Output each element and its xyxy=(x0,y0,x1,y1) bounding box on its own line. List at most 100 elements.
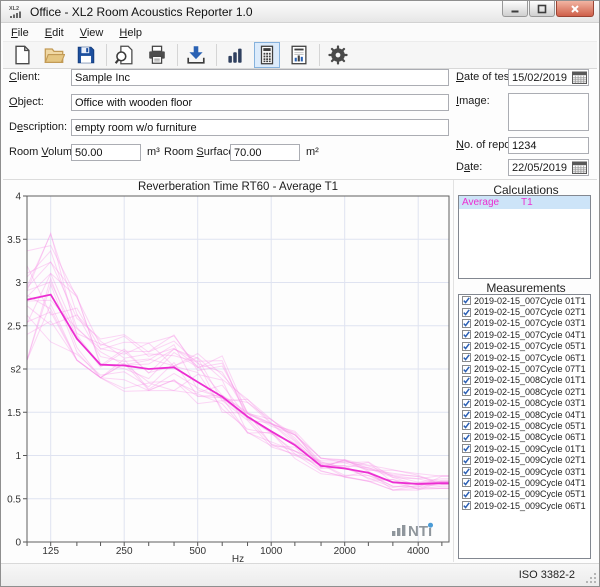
calculation-row[interactable]: AverageT1 xyxy=(459,196,590,209)
measurement-row[interactable]: 2019-02-15_007Cycle 06T1 xyxy=(459,352,590,363)
image-label: Image: xyxy=(456,93,490,110)
menu-view[interactable]: View xyxy=(72,25,112,41)
settings-gear-icon[interactable] xyxy=(325,42,351,68)
checkbox-checked-icon[interactable] xyxy=(462,353,471,362)
measurement-row[interactable]: 2019-02-15_009Cycle 06T1 xyxy=(459,500,590,511)
nti-logo: NTı xyxy=(392,523,433,540)
date-of-test-value: 15/02/2019 xyxy=(509,72,572,84)
measurement-row[interactable]: 2019-02-15_007Cycle 03T1 xyxy=(459,318,590,329)
checkbox-checked-icon[interactable] xyxy=(462,433,471,442)
svg-text:2000: 2000 xyxy=(334,546,357,557)
measurement-row[interactable]: 2019-02-15_007Cycle 02T1 xyxy=(459,306,590,317)
bar-chart-icon[interactable] xyxy=(222,42,248,68)
object-label: Object: xyxy=(9,94,44,111)
no-of-report-input[interactable] xyxy=(508,137,589,154)
calculator-icon[interactable] xyxy=(254,42,280,68)
toolbar-separator xyxy=(216,44,217,66)
measurement-label: 2019-02-15_009Cycle 05 xyxy=(474,489,575,499)
checkbox-checked-icon[interactable] xyxy=(462,376,471,385)
measurement-type: T1 xyxy=(575,432,586,442)
room-surface-input[interactable] xyxy=(230,144,300,161)
measurement-row[interactable]: 2019-02-15_007Cycle 05T1 xyxy=(459,341,590,352)
checkbox-checked-icon[interactable] xyxy=(462,410,471,419)
measurement-label: 2019-02-15_007Cycle 06 xyxy=(474,353,575,363)
date-of-test-field[interactable]: 15/02/2019 xyxy=(508,69,589,86)
calculations-list[interactable]: AverageT1 xyxy=(458,195,591,279)
client-label: Client: xyxy=(9,69,40,86)
svg-text:3.5: 3.5 xyxy=(7,235,21,246)
form-chart-divider xyxy=(3,179,597,180)
checkbox-checked-icon[interactable] xyxy=(462,308,471,317)
measurement-row[interactable]: 2019-02-15_009Cycle 01T1 xyxy=(459,443,590,454)
room-surface-label: Room Surface: xyxy=(164,144,237,161)
measurement-label: 2019-02-15_007Cycle 03 xyxy=(474,318,575,328)
print-preview-icon[interactable] xyxy=(112,42,138,68)
open-folder-icon[interactable] xyxy=(41,42,67,68)
measurement-label: 2019-02-15_009Cycle 06 xyxy=(474,501,575,511)
svg-text:4: 4 xyxy=(15,192,21,203)
measurement-type: T1 xyxy=(575,353,586,363)
menu-edit[interactable]: Edit xyxy=(37,25,72,41)
checkbox-checked-icon[interactable] xyxy=(462,490,471,499)
menu-help[interactable]: Help xyxy=(111,25,150,41)
object-input[interactable] xyxy=(71,94,449,111)
measurement-row[interactable]: 2019-02-15_009Cycle 02T1 xyxy=(459,454,590,465)
calendar-icon[interactable] xyxy=(572,161,587,174)
toolbar-separator xyxy=(177,44,178,66)
title-bar[interactable]: XL2 Office - XL2 Room Acoustics Reporter… xyxy=(1,1,599,23)
image-preview-box[interactable] xyxy=(508,93,589,131)
measurements-header: Measurements xyxy=(456,281,596,295)
new-document-icon[interactable] xyxy=(9,42,35,68)
measurement-row[interactable]: 2019-02-15_009Cycle 03T1 xyxy=(459,466,590,477)
measurement-row[interactable]: 2019-02-15_008Cycle 06T1 xyxy=(459,432,590,443)
measurement-type: T1 xyxy=(575,387,586,397)
measurement-row[interactable]: 2019-02-15_008Cycle 02T1 xyxy=(459,386,590,397)
svg-text:3: 3 xyxy=(15,278,21,289)
description-input[interactable] xyxy=(71,119,449,136)
date-field[interactable]: 22/05/2019 xyxy=(508,159,589,176)
measurement-label: 2019-02-15_009Cycle 01 xyxy=(474,444,575,454)
measurement-row[interactable]: 2019-02-15_008Cycle 04T1 xyxy=(459,409,590,420)
checkbox-checked-icon[interactable] xyxy=(462,501,471,510)
export-icon[interactable] xyxy=(183,42,209,68)
description-label: Description: xyxy=(9,119,67,136)
measurement-type: T1 xyxy=(575,444,586,454)
checkbox-checked-icon[interactable] xyxy=(462,467,471,476)
measurement-row[interactable]: 2019-02-15_009Cycle 05T1 xyxy=(459,489,590,500)
svg-text:1.5: 1.5 xyxy=(7,408,21,419)
checkbox-checked-icon[interactable] xyxy=(462,330,471,339)
status-bar: ISO 3382-2 xyxy=(1,563,599,586)
measurement-label: 2019-02-15_007Cycle 05 xyxy=(474,341,575,351)
measurement-row[interactable]: 2019-02-15_007Cycle 01T1 xyxy=(459,295,590,306)
save-icon[interactable] xyxy=(73,42,99,68)
print-icon[interactable] xyxy=(144,42,170,68)
measurement-type: T1 xyxy=(575,307,586,317)
checkbox-checked-icon[interactable] xyxy=(462,444,471,453)
checkbox-checked-icon[interactable] xyxy=(462,296,471,305)
checkbox-checked-icon[interactable] xyxy=(462,421,471,430)
report-icon[interactable] xyxy=(286,42,312,68)
measurement-row[interactable]: 2019-02-15_009Cycle 04T1 xyxy=(459,477,590,488)
maximize-button[interactable] xyxy=(529,1,555,17)
checkbox-checked-icon[interactable] xyxy=(462,387,471,396)
checkbox-checked-icon[interactable] xyxy=(462,319,471,328)
checkbox-checked-icon[interactable] xyxy=(462,365,471,374)
minimize-button[interactable] xyxy=(502,1,528,17)
measurement-row[interactable]: 2019-02-15_008Cycle 05T1 xyxy=(459,420,590,431)
measurements-list[interactable]: 2019-02-15_007Cycle 01T12019-02-15_007Cy… xyxy=(458,294,591,559)
checkbox-checked-icon[interactable] xyxy=(462,342,471,351)
checkbox-checked-icon[interactable] xyxy=(462,399,471,408)
measurement-row[interactable]: 2019-02-15_007Cycle 07T1 xyxy=(459,363,590,374)
measurement-row[interactable]: 2019-02-15_008Cycle 01T1 xyxy=(459,375,590,386)
close-button[interactable] xyxy=(556,1,594,17)
checkbox-checked-icon[interactable] xyxy=(462,456,471,465)
measurement-type: T1 xyxy=(575,296,586,306)
menu-file[interactable]: File xyxy=(3,25,37,41)
measurement-row[interactable]: 2019-02-15_008Cycle 03T1 xyxy=(459,398,590,409)
room-volume-input[interactable] xyxy=(71,144,141,161)
measurement-row[interactable]: 2019-02-15_007Cycle 04T1 xyxy=(459,329,590,340)
checkbox-checked-icon[interactable] xyxy=(462,478,471,487)
resize-grip-icon[interactable] xyxy=(585,572,597,584)
calendar-icon[interactable] xyxy=(572,71,587,84)
client-input[interactable] xyxy=(71,69,449,86)
